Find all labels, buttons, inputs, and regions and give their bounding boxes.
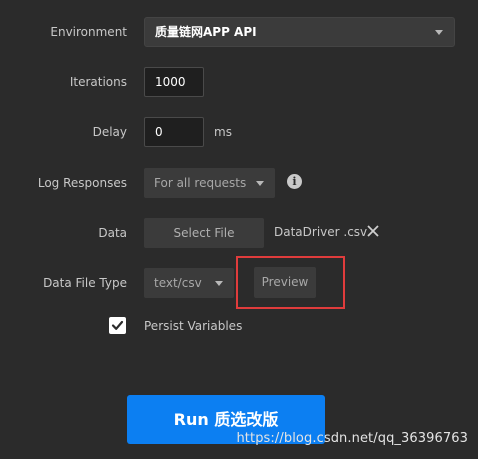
- log-responses-label: Log Responses: [37, 176, 127, 190]
- iterations-input[interactable]: 1000: [144, 67, 204, 97]
- persist-variables-label: Persist Variables: [144, 319, 243, 333]
- chevron-down-icon: [256, 181, 264, 186]
- persist-variables-checkbox[interactable]: [109, 317, 126, 334]
- environment-label: Environment: [50, 25, 127, 39]
- environment-select[interactable]: 质量链网APP API: [144, 17, 455, 47]
- delay-input[interactable]: 0: [144, 117, 204, 147]
- data-file-name: DataDriver .csv: [274, 225, 368, 239]
- log-responses-value: For all requests: [154, 176, 247, 190]
- delay-label: Delay: [92, 125, 127, 139]
- chevron-down-icon: [215, 281, 223, 286]
- data-file-type-label: Data File Type: [43, 276, 127, 290]
- data-file-type-value: text/csv: [154, 276, 202, 290]
- watermark-text: https://blog.csdn.net/qq_36396763: [236, 431, 468, 446]
- chevron-down-icon: [435, 30, 443, 35]
- log-responses-select[interactable]: For all requests: [144, 168, 275, 198]
- environment-value: 质量链网APP API: [155, 25, 257, 39]
- close-icon[interactable]: [366, 224, 380, 238]
- info-icon[interactable]: i: [287, 174, 302, 189]
- checkmark-icon: [111, 320, 124, 330]
- data-file-type-select[interactable]: text/csv: [144, 268, 234, 298]
- select-file-button[interactable]: Select File: [144, 218, 264, 248]
- collection-runner-panel: Environment 质量链网APP API Iterations 1000 …: [0, 0, 478, 459]
- delay-unit: ms: [214, 125, 232, 139]
- iterations-label: Iterations: [69, 75, 127, 89]
- preview-button[interactable]: Preview: [254, 267, 316, 298]
- data-label: Data: [98, 226, 127, 240]
